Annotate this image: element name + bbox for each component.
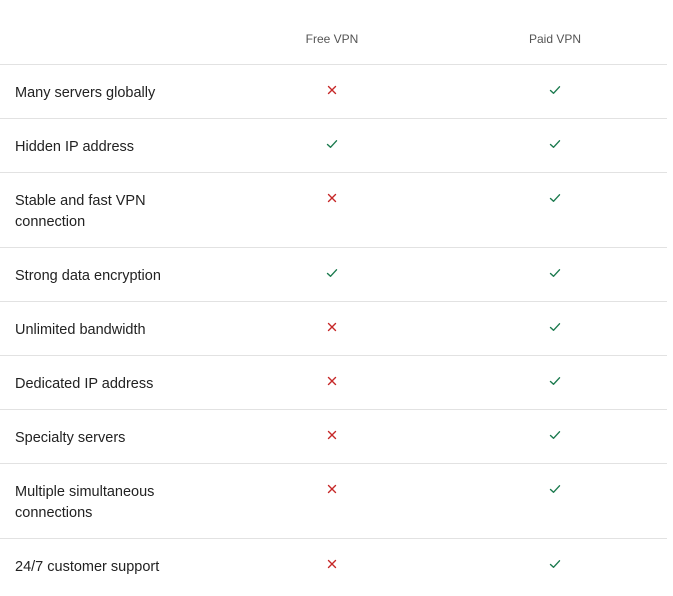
cross-icon	[325, 428, 339, 442]
check-icon	[548, 191, 562, 205]
cross-icon	[325, 191, 339, 205]
feature-label: 24/7 customer support	[15, 559, 160, 575]
feature-label: Multiple simultaneous connections	[15, 484, 155, 521]
table-row: Hidden IP address	[0, 119, 667, 173]
cross-icon	[325, 320, 339, 334]
check-icon	[325, 137, 339, 151]
table-row: 24/7 customer support	[0, 539, 667, 592]
feature-label: Dedicated IP address	[15, 376, 154, 392]
table-row: Strong data encryption	[0, 248, 667, 302]
column-header-free-vpn: Free VPN	[305, 32, 359, 46]
check-icon	[548, 83, 562, 97]
check-icon	[548, 482, 562, 496]
table-row: Stable and fast VPN connection	[0, 173, 667, 248]
cross-icon	[325, 482, 339, 496]
check-icon	[548, 320, 562, 334]
feature-label: Unlimited bandwidth	[15, 322, 146, 338]
check-icon	[548, 428, 562, 442]
feature-label: Strong data encryption	[15, 268, 161, 284]
feature-label: Specialty servers	[15, 430, 126, 446]
check-icon	[548, 557, 562, 571]
table-body: Many servers globally Hidden IP address St…	[0, 65, 667, 592]
table-header: Free VPN Paid VPN	[0, 0, 667, 65]
table-row: Dedicated IP address	[0, 356, 667, 410]
check-icon	[325, 266, 339, 280]
check-icon	[548, 266, 562, 280]
cross-icon	[325, 374, 339, 388]
table-row: Unlimited bandwidth	[0, 302, 667, 356]
table-row: Many servers globally	[0, 65, 667, 119]
cross-icon	[325, 557, 339, 571]
feature-label: Hidden IP address	[15, 139, 135, 155]
comparison-table: Free VPN Paid VPN Many servers globally H…	[0, 0, 667, 592]
table-row: Specialty servers	[0, 410, 667, 464]
check-icon	[548, 137, 562, 151]
feature-label: Many servers globally	[15, 85, 156, 101]
table-row: Multiple simultaneous connections	[0, 464, 667, 539]
column-header-paid-vpn: Paid VPN	[528, 32, 582, 46]
feature-label: Stable and fast VPN connection	[15, 193, 146, 230]
cross-icon	[325, 83, 339, 97]
check-icon	[548, 374, 562, 388]
